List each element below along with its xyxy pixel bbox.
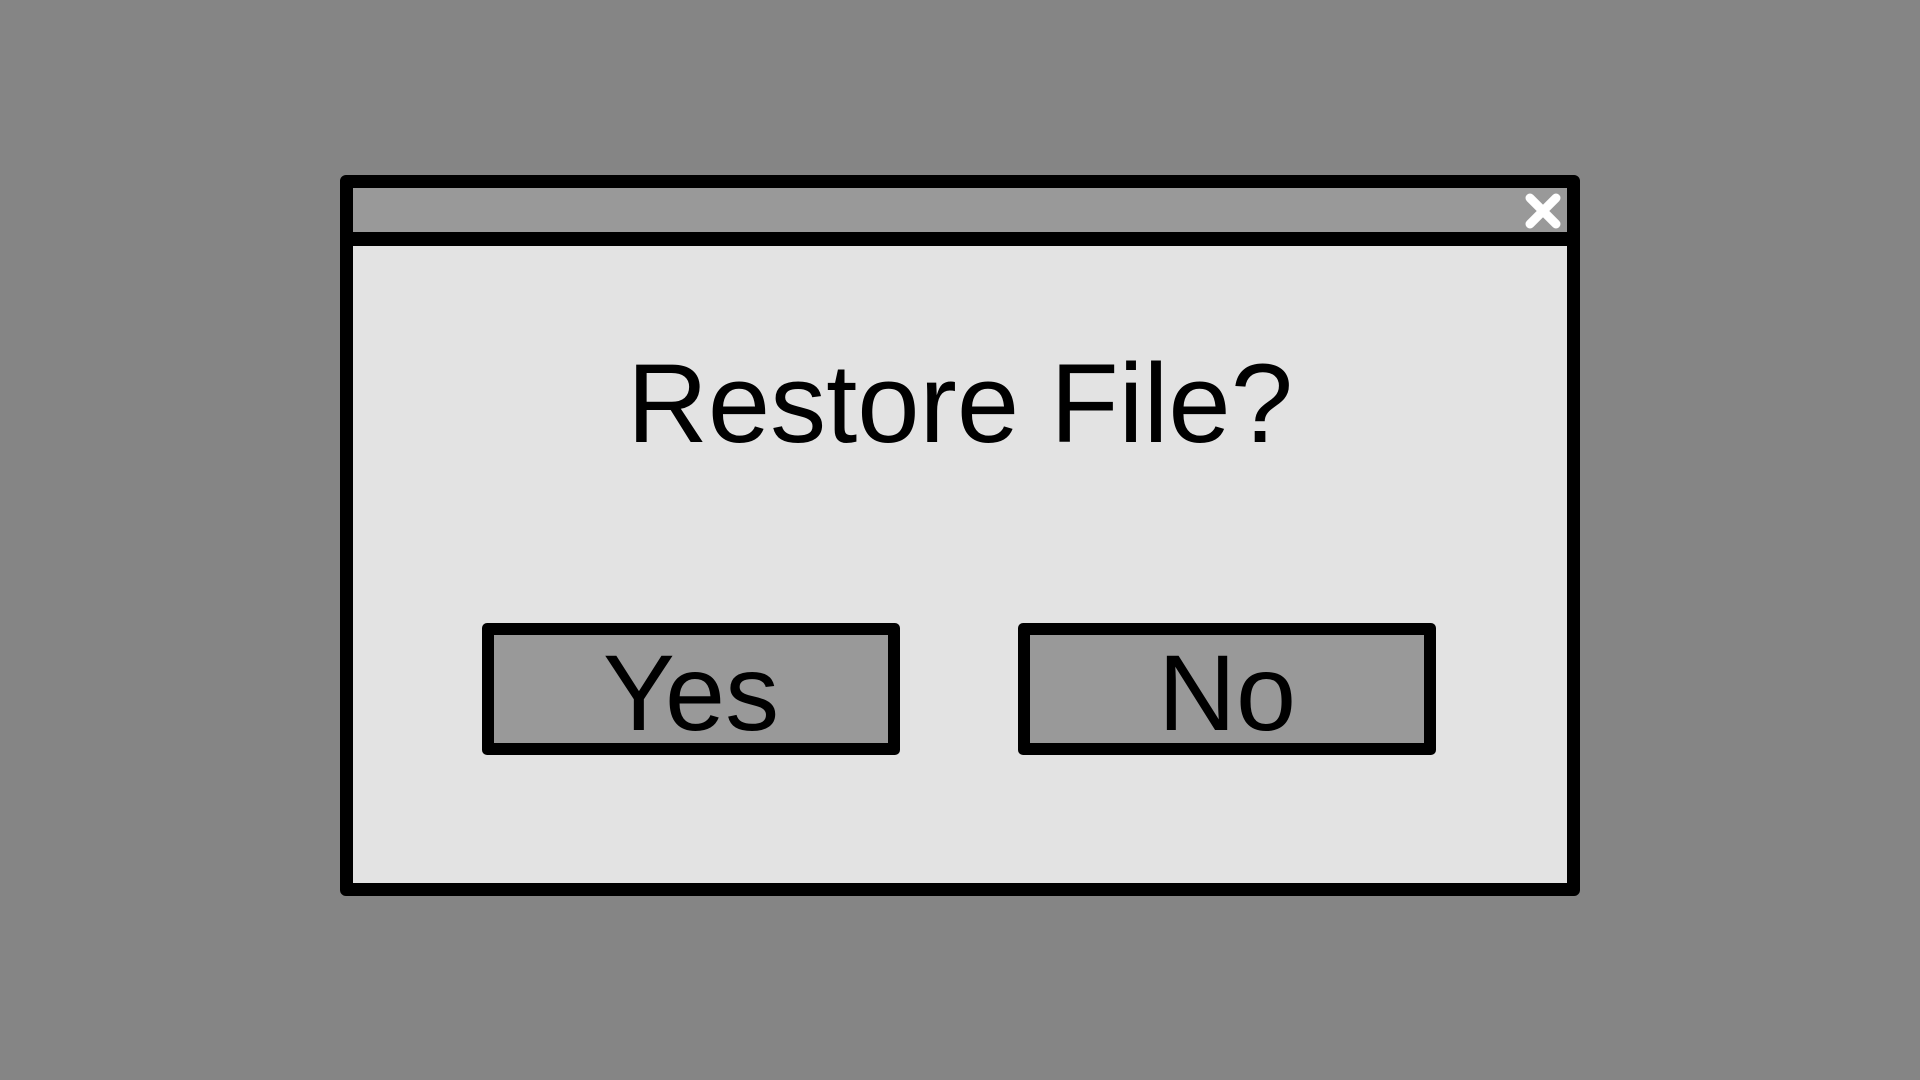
close-button[interactable] <box>1523 192 1563 230</box>
dialog-message: Restore File? <box>626 341 1294 466</box>
close-icon <box>1525 193 1561 229</box>
desktop-background: Restore File? Yes No <box>0 0 1920 1080</box>
yes-button[interactable]: Yes <box>482 623 900 755</box>
yes-button-label: Yes <box>602 632 780 753</box>
dialog-titlebar[interactable] <box>353 188 1567 246</box>
no-button[interactable]: No <box>1018 623 1436 755</box>
no-button-label: No <box>1157 632 1297 753</box>
restore-file-dialog: Restore File? Yes No <box>340 175 1580 896</box>
